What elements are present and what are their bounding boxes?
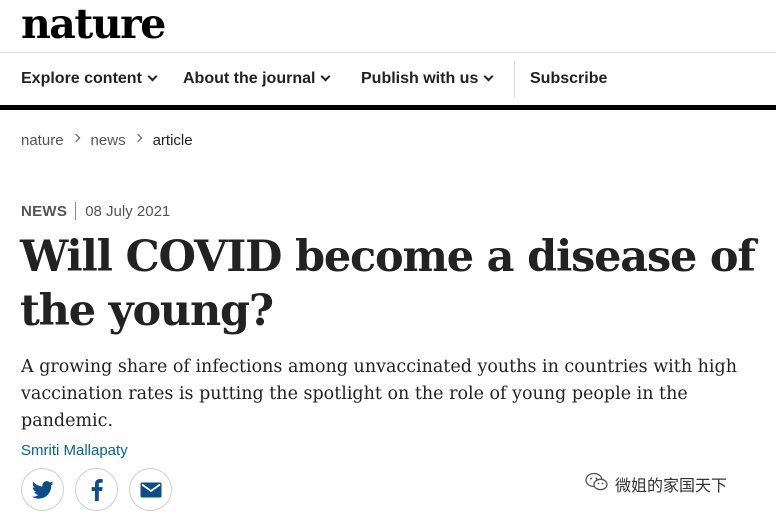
nature-logo[interactable]: nature — [21, 4, 166, 45]
breadcrumb-item-news[interactable]: news — [91, 132, 126, 149]
article-type: NEWS — [21, 202, 68, 220]
chevron-right-icon — [133, 133, 142, 142]
breadcrumb-item-nature[interactable]: nature — [21, 132, 64, 149]
nav-item-label: Publish with us — [361, 70, 479, 87]
share-facebook-button[interactable] — [75, 468, 118, 511]
main-nav: Explore content About the journal Publis… — [0, 53, 776, 105]
twitter-icon — [31, 480, 54, 499]
article-meta: NEWS 08 July 2021 — [21, 202, 170, 220]
nav-bottom-rule — [0, 105, 776, 110]
chevron-down-icon — [320, 71, 331, 81]
wechat-icon — [585, 472, 615, 496]
watermark-text: 微姐的家国天下 — [615, 476, 728, 495]
subscribe-label: Subscribe — [530, 70, 608, 87]
facebook-icon — [91, 478, 103, 501]
chevron-down-icon — [483, 71, 494, 81]
article-title: Will COVID become a disease of the young… — [20, 232, 756, 336]
breadcrumb-item-article: article — [152, 132, 193, 149]
chevron-right-icon — [71, 133, 80, 142]
email-icon — [140, 482, 162, 498]
author-link[interactable]: Smriti Mallapaty — [21, 442, 128, 459]
share-twitter-button[interactable] — [21, 468, 64, 511]
nav-publish-with-us[interactable]: Publish with us — [361, 70, 494, 88]
breadcrumb: nature news article — [21, 132, 193, 149]
share-email-button[interactable] — [129, 468, 172, 511]
article-date: 08 July 2021 — [85, 202, 171, 220]
meta-divider — [75, 202, 77, 220]
nav-item-label: Explore content — [21, 70, 142, 87]
article-standfirst: A growing share of infections among unva… — [21, 357, 737, 431]
nav-separator — [514, 61, 515, 97]
nav-explore-content[interactable]: Explore content — [21, 70, 158, 88]
nav-about-journal[interactable]: About the journal — [183, 70, 331, 88]
subscribe-link[interactable]: Subscribe — [530, 70, 607, 88]
nav-item-label: About the journal — [183, 70, 316, 87]
watermark: 微姐的家国天下 — [585, 472, 727, 496]
chevron-down-icon — [147, 71, 158, 81]
